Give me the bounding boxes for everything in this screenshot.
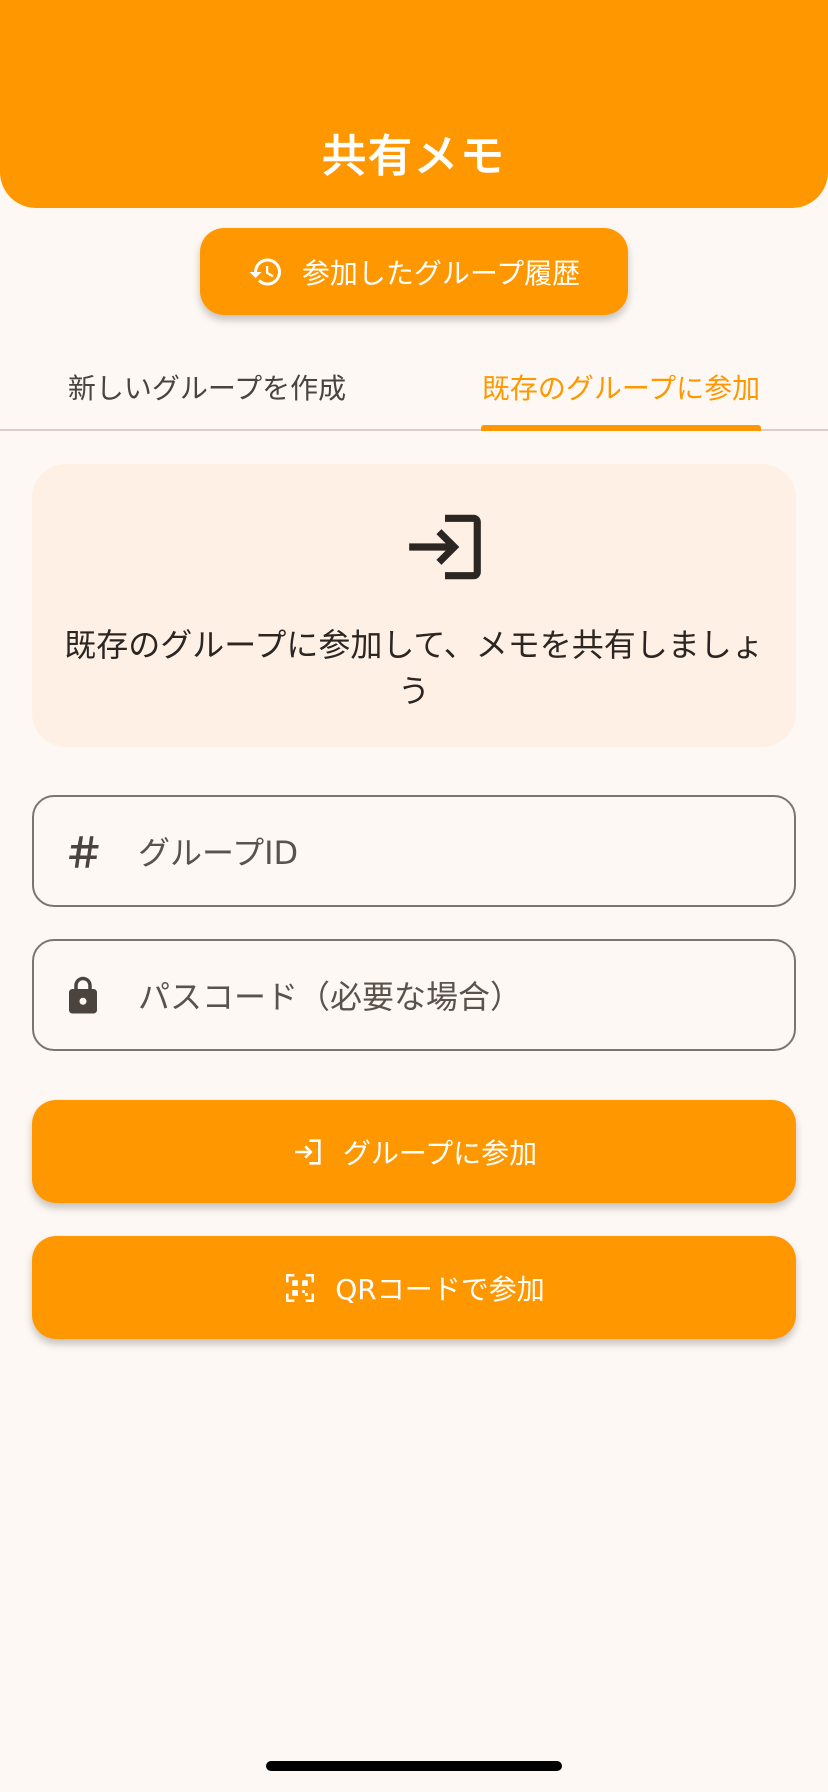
home-indicator[interactable]	[266, 1761, 562, 1771]
join-group-button[interactable]: グループに参加	[32, 1100, 796, 1203]
tab-bar: 新しいグループを作成 既存のグループに参加	[0, 344, 828, 431]
history-icon	[249, 258, 281, 285]
group-history-button[interactable]: 参加したグループ履歴	[200, 228, 628, 315]
login-icon	[295, 1138, 321, 1165]
qr-join-label: QRコードで参加	[335, 1272, 545, 1306]
qr-scan-icon	[286, 1273, 315, 1302]
passcode-placeholder: パスコード（必要な場合）	[138, 978, 523, 1016]
lock-icon	[69, 976, 97, 1014]
app-title: 共有メモ	[322, 131, 506, 182]
info-card-text: 既存のグループに参加して、メモを共有しましょう	[64, 626, 764, 710]
tab-create-group[interactable]: 新しいグループを作成	[0, 344, 414, 429]
group-id-field[interactable]: グループID	[32, 795, 796, 907]
hash-icon	[69, 836, 99, 868]
info-card: 既存のグループに参加して、メモを共有しましょう	[32, 464, 796, 747]
join-group-label: グループに参加	[342, 1136, 538, 1170]
passcode-field[interactable]: パスコード（必要な場合）	[32, 939, 796, 1051]
login-icon	[409, 514, 481, 580]
tab-create-group-label: 新しいグループを作成	[67, 371, 347, 405]
qr-join-button[interactable]: QRコードで参加	[32, 1236, 796, 1339]
group-id-placeholder: グループID	[138, 834, 299, 872]
group-history-label: 参加したグループ履歴	[301, 256, 581, 290]
tab-selected-indicator	[481, 425, 761, 431]
tab-join-group-label: 既存のグループに参加	[481, 371, 761, 405]
tab-join-group[interactable]: 既存のグループに参加	[414, 344, 828, 429]
